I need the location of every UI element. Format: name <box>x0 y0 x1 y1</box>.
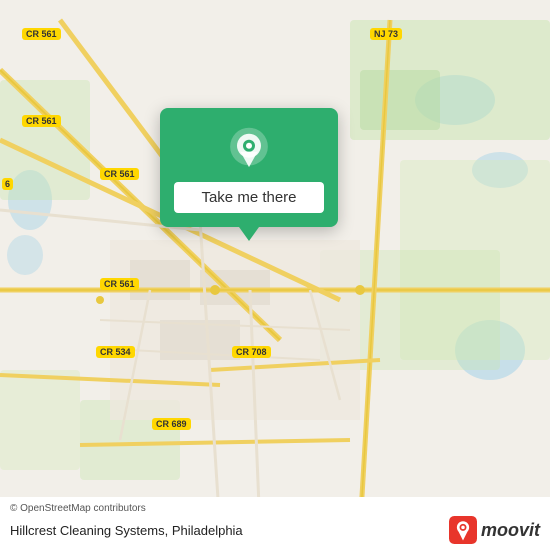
road-label-cr561-lower: CR 561 <box>100 278 139 290</box>
road-label-cr708: CR 708 <box>232 346 271 358</box>
location-pin-icon <box>225 126 273 174</box>
map-attribution: © OpenStreetMap contributors <box>10 503 540 514</box>
road-label-cr534: CR 534 <box>96 346 135 358</box>
moovit-brand-text: moovit <box>481 520 540 541</box>
map-background <box>0 0 550 550</box>
moovit-logo: moovit <box>449 516 540 544</box>
location-info-row: Hillcrest Cleaning Systems, Philadelphia… <box>10 516 540 544</box>
road-label-6: 6 <box>2 178 13 190</box>
road-label-cr689: CR 689 <box>152 418 191 430</box>
road-label-nj73: NJ 73 <box>370 28 402 40</box>
popup-card: Take me there <box>160 108 338 227</box>
bottom-bar: © OpenStreetMap contributors Hillcrest C… <box>0 497 550 550</box>
road-label-cr561-mid-left: CR 561 <box>22 115 61 127</box>
location-text: Hillcrest Cleaning Systems, Philadelphia <box>10 523 243 538</box>
map-container: CR 561 NJ 73 CR 561 CR 561 CR 561 CR 534… <box>0 0 550 550</box>
moovit-icon <box>449 516 477 544</box>
take-me-there-button[interactable]: Take me there <box>174 182 324 213</box>
road-label-cr561-mid: CR 561 <box>100 168 139 180</box>
road-label-cr561-top: CR 561 <box>22 28 61 40</box>
